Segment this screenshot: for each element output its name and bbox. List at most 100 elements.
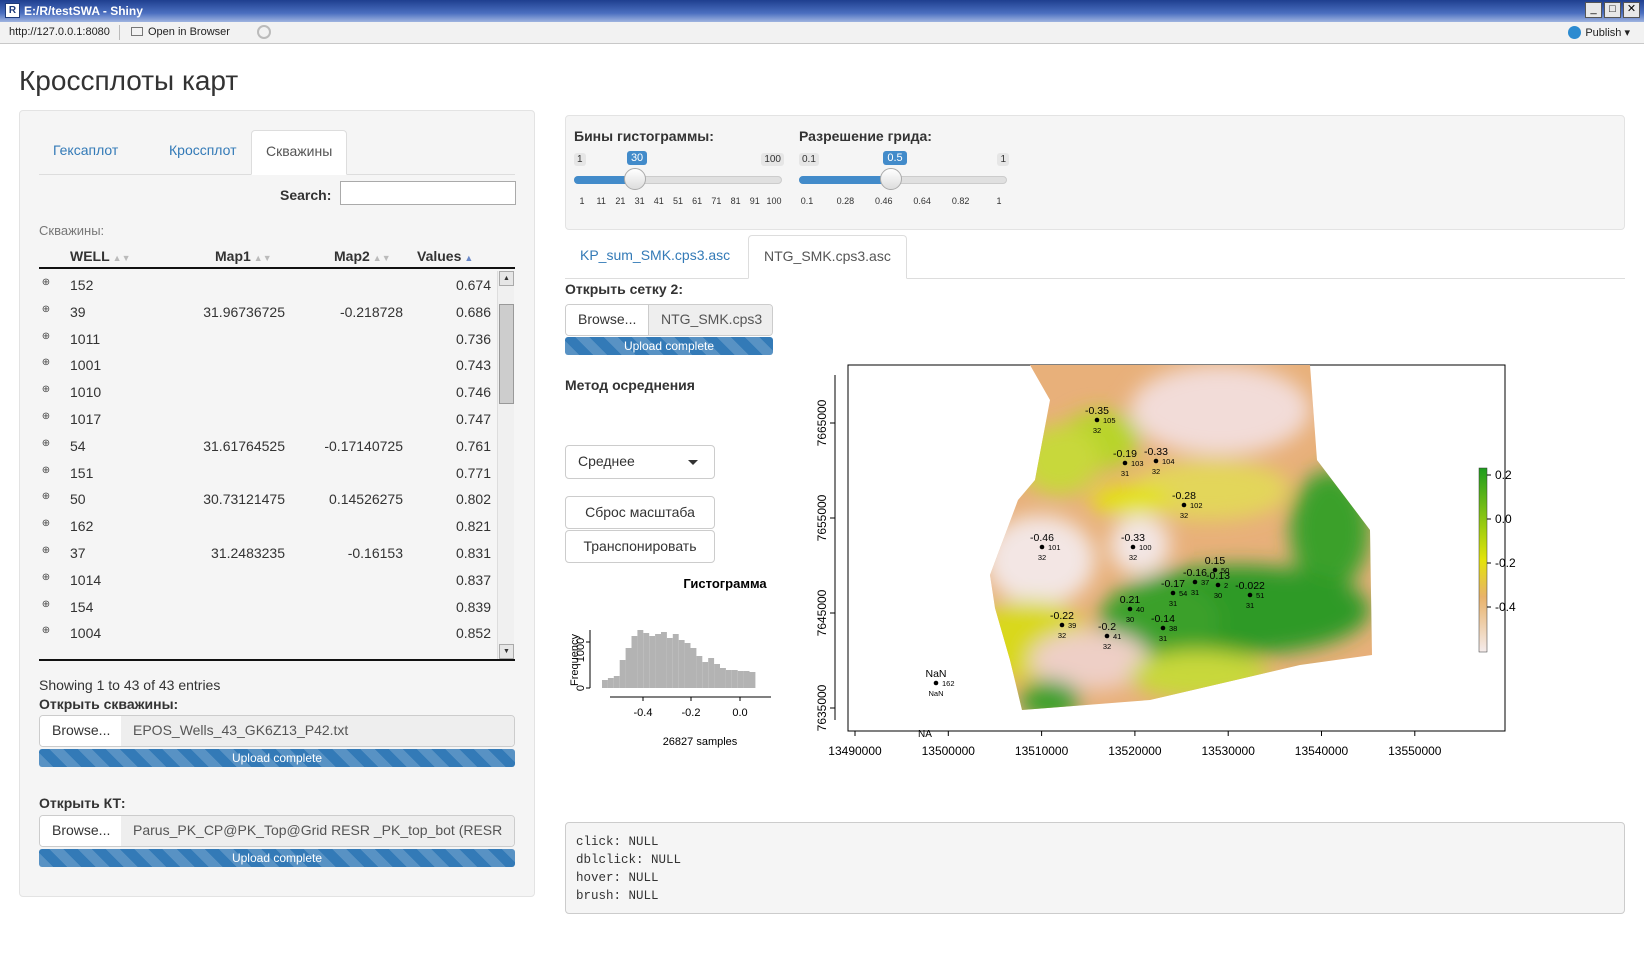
publish-button[interactable]: Publish ▾: [1568, 26, 1630, 39]
table-row[interactable]: ⊕ 50 30.73121475 0.14526275 0.802: [39, 485, 495, 513]
table-row[interactable]: ⊕ 162 0.821: [39, 512, 495, 540]
transpose-button[interactable]: Транспонировать: [565, 530, 715, 563]
expand-row-icon[interactable]: ⊕: [41, 519, 51, 529]
wells-browse-button[interactable]: Browse...: [40, 716, 124, 746]
expand-row-icon[interactable]: ⊕: [41, 438, 51, 449]
slider-tick-label: 41: [653, 196, 664, 206]
search-input[interactable]: [340, 181, 516, 205]
histogram-plot: Гистограмма Frequency 0 1000 -0.4 -0.2 0…: [569, 576, 771, 748]
maximize-button[interactable]: □: [1604, 2, 1621, 18]
well-count-label: 32: [1058, 631, 1066, 640]
tab-kp-sum[interactable]: KP_sum_SMK.cps3.asc: [565, 235, 745, 279]
cell-well: 1010: [70, 384, 102, 401]
close-button[interactable]: ✕: [1623, 2, 1640, 18]
table-row[interactable]: ⊕ 1011 0.736: [39, 325, 495, 353]
event-click-line: click: NULL: [576, 835, 659, 849]
table-row[interactable]: ⊕ 152 0.674: [39, 271, 495, 299]
tab-hexplot[interactable]: Гексаплот: [39, 130, 132, 175]
window-title: E:/R/testSWA - Shiny: [24, 4, 143, 18]
table-row[interactable]: ⊕ 1017 0.747: [39, 405, 495, 433]
table-row[interactable]: ⊕ 1001 0.743: [39, 351, 495, 379]
cell-map1: 30.73121475: [203, 491, 285, 508]
expand-row-icon[interactable]: ⊕: [41, 546, 51, 556]
wells-file-input[interactable]: Browse... EPOS_Wells_43_GK6Z13_P42.txt: [39, 715, 515, 747]
wells-upload-progress: Upload complete: [39, 749, 515, 767]
well-point: [1039, 544, 1045, 550]
tab-ntg[interactable]: NTG_SMK.cps3.asc: [748, 235, 907, 279]
tab-crossplot[interactable]: Кроссплот: [155, 130, 251, 175]
grid2-file-input[interactable]: Browse... NTG_SMK.cps3: [565, 304, 773, 336]
well-count-label: 32: [1038, 553, 1046, 562]
scroll-up-icon[interactable]: ▲: [499, 271, 514, 286]
well-id-label: 102: [1190, 501, 1203, 510]
bins-min-label: 1: [574, 153, 586, 166]
grid-resolution-slider[interactable]: Разрешение грида: 0.1 1 0.5 0.1 0.28 0.46 0…: [799, 128, 1009, 218]
table-row[interactable]: ⊕ 154 0.839: [39, 593, 495, 621]
expand-row-icon[interactable]: ⊕: [41, 358, 51, 368]
cell-map2: 0.14526275: [329, 491, 403, 508]
column-header-well[interactable]: WELL ▲▼: [70, 248, 130, 264]
expand-row-icon[interactable]: ⊕: [41, 572, 51, 583]
column-header-values[interactable]: Values ▲: [417, 248, 473, 264]
column-header-map2[interactable]: Map2 ▲▼: [334, 248, 391, 264]
histogram-bar: [684, 643, 691, 688]
table-row[interactable]: ⊕ 1004 0.852: [39, 619, 495, 647]
expand-row-icon[interactable]: ⊕: [41, 331, 51, 342]
expand-row-icon[interactable]: ⊕: [41, 385, 51, 395]
method-select[interactable]: Среднее: [565, 445, 715, 479]
cell-values: 0.771: [455, 464, 491, 481]
tab-wells[interactable]: Скважины: [251, 130, 348, 175]
table-row[interactable]: ⊕ 1014 0.837: [39, 566, 495, 594]
table-row[interactable]: ⊕ 54 31.61764525 -0.17140725 0.761: [39, 432, 495, 460]
bins-slider[interactable]: Бины гистограммы: 1 100 30 1 11 21 31 41 51 61…: [574, 128, 784, 218]
bins-slider-ticks: 1 11 21 31 41 51 61 71 81 91 100: [574, 196, 784, 206]
expand-row-icon[interactable]: ⊕: [41, 465, 51, 476]
histogram-xtick-label: -0.4: [634, 707, 653, 719]
expand-row-icon[interactable]: ⊕: [41, 278, 51, 288]
chevron-down-icon: [688, 460, 698, 465]
main-tabs: KP_sum_SMK.cps3.asc NTG_SMK.cps3.asc: [565, 235, 1625, 279]
column-header-map1[interactable]: Map1 ▲▼: [215, 248, 272, 264]
histogram-bar: [666, 638, 673, 688]
well-point: [1215, 582, 1221, 588]
kt-file-input[interactable]: Browse... Parus_PK_CP@PK_Top@Grid RESR _…: [39, 815, 515, 847]
refresh-icon[interactable]: [257, 25, 271, 39]
open-in-browser-button[interactable]: Open in Browser: [131, 26, 230, 38]
well-marker[interactable]: NaN162NaN: [925, 668, 954, 698]
slider-tick-label: 0.28: [836, 196, 855, 206]
expand-row-icon[interactable]: ⊕: [41, 304, 51, 315]
reset-zoom-button[interactable]: Сброс масштаба: [565, 496, 715, 529]
table-row[interactable]: ⊕ 37 31.2483235 -0.16153 0.831: [39, 539, 495, 567]
table-row[interactable]: ⊕ 39 31.96736725 -0.218728 0.686: [39, 298, 495, 326]
table-row[interactable]: ⊕ 1010 0.746: [39, 378, 495, 406]
well-point: [1122, 460, 1128, 466]
cell-values: 0.674: [455, 277, 491, 293]
toolbar-divider: [119, 25, 120, 40]
table-scrollbar[interactable]: ▲ ▼: [497, 271, 514, 659]
wells-table: WELL ▲▼ Map1 ▲▼ Map2 ▲▼ Values ▲ ⊕ 152 0.674 ⊕ 3…: [39, 241, 515, 661]
table-row[interactable]: ⊕ 151 0.771: [39, 459, 495, 487]
histogram-subtitle: 26827 samples: [663, 736, 738, 748]
well-count-label: 32: [1180, 511, 1188, 520]
scroll-down-icon[interactable]: ▼: [499, 644, 514, 659]
map-xtick-label: 13520000: [1108, 744, 1162, 758]
expand-row-icon[interactable]: ⊕: [41, 599, 51, 610]
histogram-ytick-label: 1000: [575, 638, 587, 662]
cell-map1: 31.96736725: [203, 303, 285, 320]
minimize-button[interactable]: _: [1585, 2, 1602, 18]
slider-tick-label: 91: [749, 196, 760, 206]
expand-row-icon[interactable]: ⊕: [41, 492, 51, 502]
expand-row-icon[interactable]: ⊕: [41, 412, 51, 422]
histogram-bar: [661, 632, 667, 688]
table-body: ⊕ 152 0.674 ⊕ 39 31.96736725 -0.218728 0.686 ⊕ 10…: [39, 271, 495, 659]
bins-slider-handle[interactable]: [623, 168, 646, 190]
publish-icon: [1568, 26, 1582, 39]
histogram-bar: [619, 660, 626, 688]
cell-map2: -0.218728: [339, 303, 403, 320]
expand-row-icon[interactable]: ⊕: [41, 626, 51, 636]
scrollbar-thumb[interactable]: [499, 304, 514, 404]
map-plot[interactable]: -0.3510532-0.1910331-0.3310432-0.2810232…: [800, 330, 1590, 800]
grid2-browse-button[interactable]: Browse...: [566, 305, 650, 335]
kt-browse-button[interactable]: Browse...: [40, 816, 124, 846]
grid-slider-handle[interactable]: [880, 168, 903, 190]
